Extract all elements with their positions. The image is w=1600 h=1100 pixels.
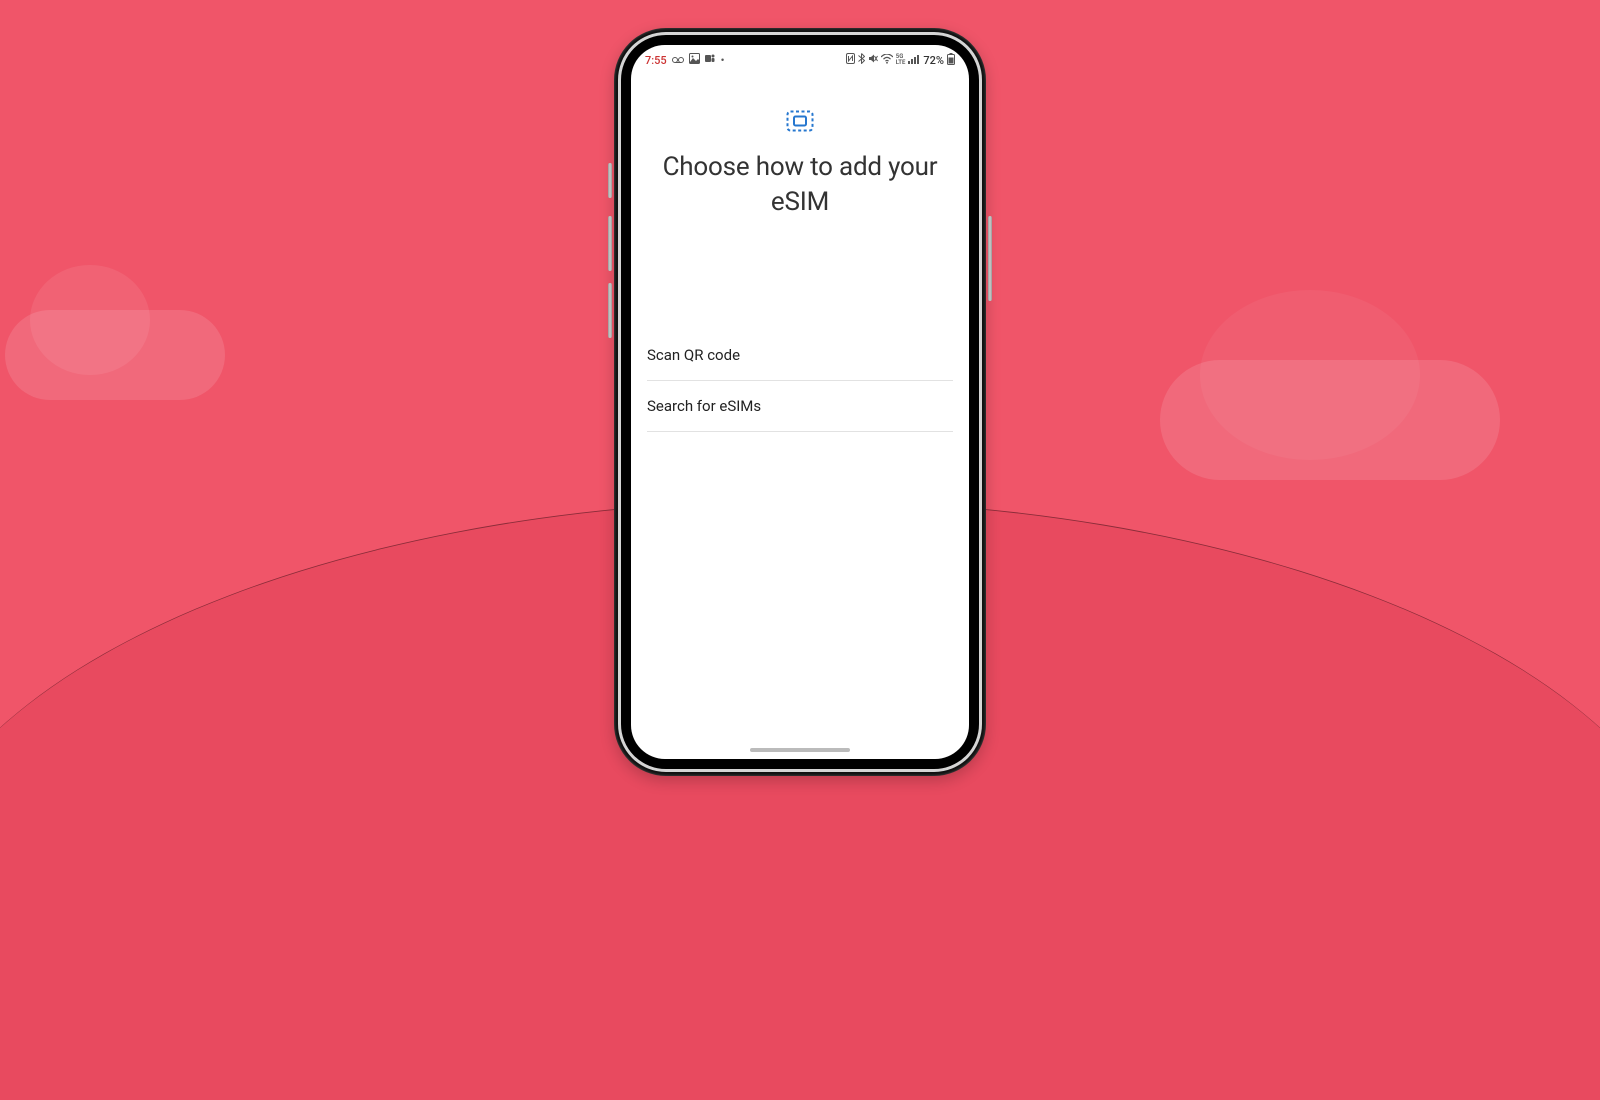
status-left: 7:55 • <box>645 53 725 67</box>
option-label: Scan QR code <box>647 346 740 364</box>
signal-icon <box>908 54 920 67</box>
network-type-icon: 5GLTE <box>896 54 906 66</box>
wifi-icon <box>881 54 893 67</box>
phone-screen: 7:55 • <box>631 45 969 759</box>
phone-volume-down <box>608 283 612 338</box>
teams-icon <box>705 53 716 67</box>
screen-content: Choose how to add your eSIM Scan QR code… <box>631 75 969 432</box>
bluetooth-icon <box>858 53 865 67</box>
phone-mockup: 7:55 • <box>614 28 986 776</box>
option-search-esims[interactable]: Search for eSIMs <box>647 381 953 432</box>
phone-power-button <box>988 216 992 301</box>
page-title: Choose how to add your eSIM <box>647 150 953 220</box>
options-list: Scan QR code Search for eSIMs <box>647 330 953 432</box>
cloud-decoration-right <box>1160 360 1500 480</box>
esim-icon <box>647 110 953 132</box>
mute-icon <box>868 53 878 67</box>
voicemail-icon <box>672 54 684 67</box>
status-time: 7:55 <box>645 54 667 67</box>
home-indicator[interactable] <box>750 748 850 752</box>
battery-text: 72% <box>923 54 944 67</box>
battery-icon <box>947 53 955 68</box>
image-icon <box>689 53 700 67</box>
cloud-decoration-left <box>5 310 225 400</box>
option-scan-qr[interactable]: Scan QR code <box>647 330 953 381</box>
status-right: 5GLTE 72% <box>846 53 955 68</box>
option-label: Search for eSIMs <box>647 397 761 415</box>
phone-volume-up <box>608 216 612 271</box>
dot-icon: • <box>721 54 725 67</box>
phone-side-button <box>608 163 612 198</box>
status-bar: 7:55 • <box>631 45 969 75</box>
nfc-icon <box>846 53 855 67</box>
